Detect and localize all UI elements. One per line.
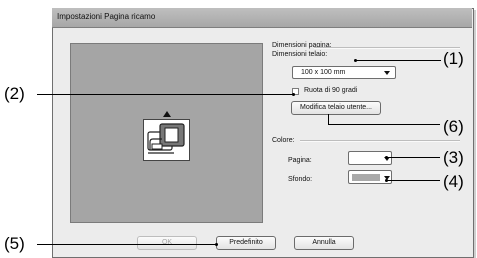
chevron-down-icon — [384, 71, 390, 75]
callout-4-leader — [386, 180, 440, 181]
callout-4-dot — [385, 179, 388, 182]
callout-1: (1) — [443, 49, 464, 68]
callout-1-leader — [355, 60, 441, 61]
callout-5-leader — [37, 244, 217, 245]
ok-button[interactable]: OK — [137, 236, 197, 250]
rotate-90-label: Ruota di 90 gradi — [304, 87, 358, 94]
frame-size-value: 100 x 100 mm — [301, 69, 346, 76]
callout-4: (4) — [443, 172, 464, 191]
orientation-arrow-icon — [163, 111, 171, 117]
callout-6-leader — [328, 124, 440, 125]
embroidery-machine-icon — [143, 119, 190, 161]
callout-3-leader — [386, 157, 440, 158]
embroidery-machine-graphic — [147, 123, 185, 154]
page-color-swatch — [352, 155, 380, 162]
background-color-swatch — [352, 174, 380, 181]
callout-3: (3) — [443, 148, 464, 167]
background-color-label: Sfondo: — [288, 176, 313, 183]
callout-6: (6) — [443, 117, 464, 136]
frame-size-select[interactable]: 100 x 100 mm — [292, 66, 396, 79]
callout-2: (2) — [4, 84, 25, 103]
callout-2-dot — [292, 93, 295, 96]
callout-6-leader-vertical — [328, 114, 329, 125]
dialog-title: Impostazioni Pagina ricamo — [57, 12, 156, 21]
page-size-separator — [314, 47, 460, 49]
page-color-label: Pagina: — [288, 157, 312, 164]
modify-user-frame-button[interactable]: Modifica telaio utente... — [291, 101, 381, 115]
callout-2-leader — [37, 94, 293, 95]
cancel-button[interactable]: Annulla — [294, 236, 354, 250]
callout-5-dot — [215, 243, 218, 246]
default-button[interactable]: Predefinito — [216, 236, 276, 250]
callout-5: (5) — [4, 234, 25, 253]
callout-1-dot — [354, 59, 357, 62]
color-section-label: Colore: — [272, 137, 295, 144]
color-separator — [300, 140, 460, 142]
callout-3-dot — [385, 156, 388, 159]
frame-size-label: Dimensioni telaio: — [272, 51, 328, 58]
